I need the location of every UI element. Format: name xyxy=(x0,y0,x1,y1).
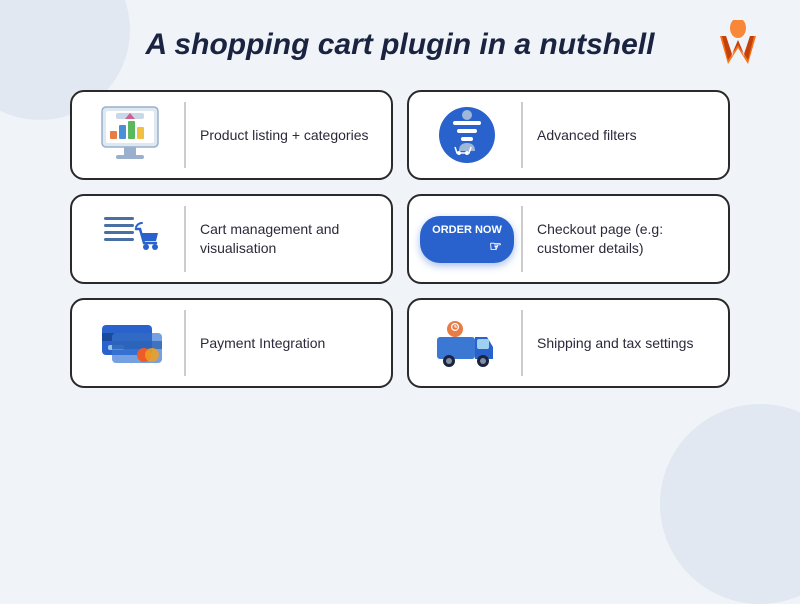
product-listing-icon xyxy=(94,101,166,169)
card-product-listing: Product listing + categories xyxy=(70,90,393,180)
cart-management-label: Cart management and visualisation xyxy=(186,220,377,258)
feature-grid: Product listing + categories xyxy=(70,90,730,388)
product-listing-label: Product listing + categories xyxy=(186,126,377,145)
order-now-icon-area: ORDER NOW xyxy=(423,206,523,272)
card-cart-management: Cart management and visualisation xyxy=(70,194,393,284)
page-title: A shopping cart plugin in a nutshell xyxy=(146,28,655,62)
shipping-icon xyxy=(431,309,503,377)
logo-w-icon xyxy=(716,20,760,72)
advanced-filters-icon xyxy=(431,101,503,169)
payment-icon-area xyxy=(86,310,186,376)
payment-integration-icon xyxy=(94,309,166,377)
page-wrapper: A shopping cart plugin in a nutshell xyxy=(0,0,800,534)
card-shipping: Shipping and tax settings xyxy=(407,298,730,388)
card-advanced-filters: Advanced filters xyxy=(407,90,730,180)
card-payment: Payment Integration xyxy=(70,298,393,388)
advanced-filters-label: Advanced filters xyxy=(523,126,714,145)
header-row: A shopping cart plugin in a nutshell xyxy=(40,28,760,62)
cart-management-icon xyxy=(94,205,166,273)
product-listing-icon-area xyxy=(86,102,186,168)
shipping-icon-area xyxy=(423,310,523,376)
order-now-icon: ORDER NOW xyxy=(420,216,514,263)
card-checkout: ORDER NOW Checkout page (e.g: customer d… xyxy=(407,194,730,284)
advanced-filters-icon-area xyxy=(423,102,523,168)
checkout-label: Checkout page (e.g: customer details) xyxy=(523,220,714,258)
cart-management-icon-area xyxy=(86,206,186,272)
shipping-label: Shipping and tax settings xyxy=(523,334,714,353)
payment-label: Payment Integration xyxy=(186,334,377,353)
